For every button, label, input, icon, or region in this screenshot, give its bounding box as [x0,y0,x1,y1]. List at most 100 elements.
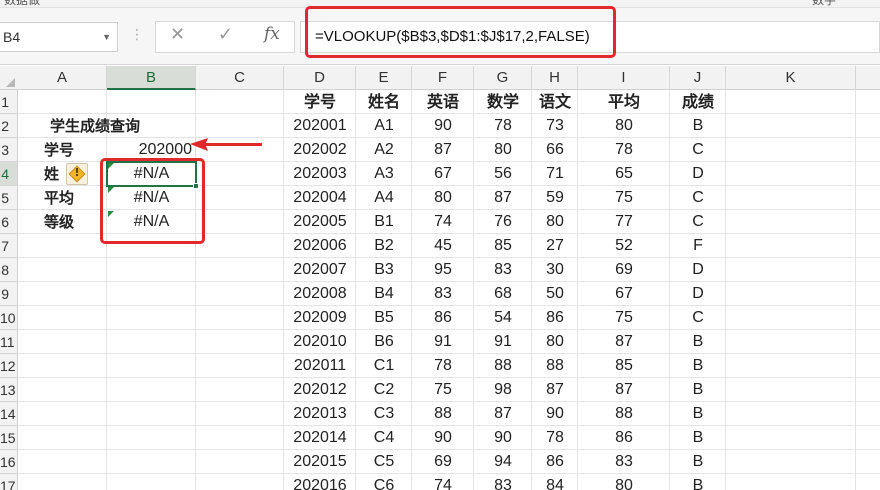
table-cell-average[interactable]: 80 [578,114,670,138]
table-cell-chinese[interactable]: 86 [532,450,578,474]
table-cell-english[interactable]: 45 [412,234,474,258]
table-cell-chinese[interactable]: 71 [532,162,578,186]
table-cell-student-name[interactable]: A1 [356,114,412,138]
column-header-j[interactable]: J [670,66,726,90]
fx-icon[interactable]: fx [264,24,280,44]
table-cell-grade[interactable]: C [670,138,726,162]
table-cell-student-id[interactable]: 202011 [284,354,356,378]
table-cell-math[interactable]: 56 [474,162,532,186]
table-header[interactable]: 平均 [578,90,670,114]
table-cell-student-id[interactable]: 202005 [284,210,356,234]
table-cell-math[interactable]: 87 [474,402,532,426]
table-cell-average[interactable]: 83 [578,450,670,474]
column-header-e[interactable]: E [356,66,412,90]
table-cell-student-id[interactable]: 202004 [284,186,356,210]
table-cell-average[interactable]: 88 [578,402,670,426]
select-all-corner[interactable] [0,66,18,90]
table-cell-student-name[interactable]: C2 [356,378,412,402]
table-cell-student-id[interactable]: 202013 [284,402,356,426]
spreadsheet-grid[interactable]: 学生成绩查询 学号 202000 姓 ! 平均 等级 #N/A #N/A #N/… [18,90,880,490]
table-cell-student-name[interactable]: B1 [356,210,412,234]
table-header[interactable]: 英语 [412,90,474,114]
name-box[interactable]: B4 ▼ [0,22,118,52]
table-cell-english[interactable]: 90 [412,114,474,138]
table-cell-average[interactable]: 87 [578,378,670,402]
table-header[interactable]: 语文 [532,90,578,114]
table-cell-chinese[interactable]: 88 [532,354,578,378]
table-cell-chinese[interactable]: 50 [532,282,578,306]
row-header-10[interactable]: 10 [0,306,18,330]
table-header[interactable]: 学号 [284,90,356,114]
table-cell-english[interactable]: 75 [412,378,474,402]
table-cell-english[interactable]: 91 [412,330,474,354]
table-cell-student-name[interactable]: A2 [356,138,412,162]
table-cell-grade[interactable]: C [670,186,726,210]
label-student-id[interactable]: 学号 [44,138,104,162]
table-cell-student-id[interactable]: 202006 [284,234,356,258]
table-cell-average[interactable]: 78 [578,138,670,162]
table-cell-math[interactable]: 80 [474,138,532,162]
row-header-17[interactable]: 17 [0,474,18,490]
table-cell-average[interactable]: 87 [578,330,670,354]
table-cell-grade[interactable]: F [670,234,726,258]
dots-icon[interactable]: ⋮ [130,27,144,43]
row-header-13[interactable]: 13 [0,378,18,402]
table-cell-student-id[interactable]: 202007 [284,258,356,282]
chevron-down-icon[interactable]: ▼ [102,23,111,51]
table-cell-average[interactable]: 75 [578,186,670,210]
row-header-14[interactable]: 14 [0,402,18,426]
table-cell-chinese[interactable]: 30 [532,258,578,282]
table-cell-average[interactable]: 69 [578,258,670,282]
column-header-c[interactable]: C [196,66,284,90]
table-cell-student-name[interactable]: B4 [356,282,412,306]
table-cell-student-name[interactable]: A3 [356,162,412,186]
table-cell-english[interactable]: 86 [412,306,474,330]
cancel-x-icon[interactable]: ✕ [170,24,185,45]
table-cell-grade[interactable]: B [670,114,726,138]
table-cell-grade[interactable]: B [670,378,726,402]
table-cell-grade[interactable]: D [670,282,726,306]
table-cell-grade[interactable]: B [670,474,726,490]
row-header-6[interactable]: 6 [0,210,18,234]
row-header-11[interactable]: 11 [0,330,18,354]
table-cell-chinese[interactable]: 78 [532,426,578,450]
table-cell-student-id[interactable]: 202014 [284,426,356,450]
table-cell-english[interactable]: 95 [412,258,474,282]
row-header-5[interactable]: 5 [0,186,18,210]
table-cell-chinese[interactable]: 80 [532,210,578,234]
table-cell-chinese[interactable]: 27 [532,234,578,258]
table-cell-math[interactable]: 83 [474,474,532,490]
column-header-h[interactable]: H [532,66,578,90]
table-cell-english[interactable]: 88 [412,402,474,426]
label-average[interactable]: 平均 [44,186,104,210]
column-header-k[interactable]: K [726,66,856,90]
table-cell-math[interactable]: 85 [474,234,532,258]
table-cell-english[interactable]: 69 [412,450,474,474]
table-cell-grade[interactable]: C [670,306,726,330]
table-cell-math[interactable]: 88 [474,354,532,378]
table-cell-english[interactable]: 74 [412,210,474,234]
lookup-title[interactable]: 学生成绩查询 [50,114,210,138]
table-cell-student-id[interactable]: 202008 [284,282,356,306]
table-cell-math[interactable]: 98 [474,378,532,402]
table-cell-grade[interactable]: B [670,450,726,474]
table-cell-student-name[interactable]: C1 [356,354,412,378]
row-header-16[interactable]: 16 [0,450,18,474]
table-cell-student-id[interactable]: 202016 [284,474,356,490]
table-cell-student-name[interactable]: A4 [356,186,412,210]
table-cell-math[interactable]: 54 [474,306,532,330]
table-cell-average[interactable]: 67 [578,282,670,306]
row-header-1[interactable]: 1 [0,90,18,114]
table-cell-chinese[interactable]: 86 [532,306,578,330]
table-cell-student-name[interactable]: B5 [356,306,412,330]
table-cell-english[interactable]: 67 [412,162,474,186]
table-cell-student-id[interactable]: 202010 [284,330,356,354]
table-cell-english[interactable]: 74 [412,474,474,490]
table-cell-grade[interactable]: B [670,330,726,354]
table-cell-grade[interactable]: B [670,426,726,450]
column-header-i[interactable]: I [578,66,670,90]
table-header[interactable]: 数学 [474,90,532,114]
table-header[interactable]: 成绩 [670,90,726,114]
table-cell-chinese[interactable]: 84 [532,474,578,490]
table-cell-math[interactable]: 90 [474,426,532,450]
